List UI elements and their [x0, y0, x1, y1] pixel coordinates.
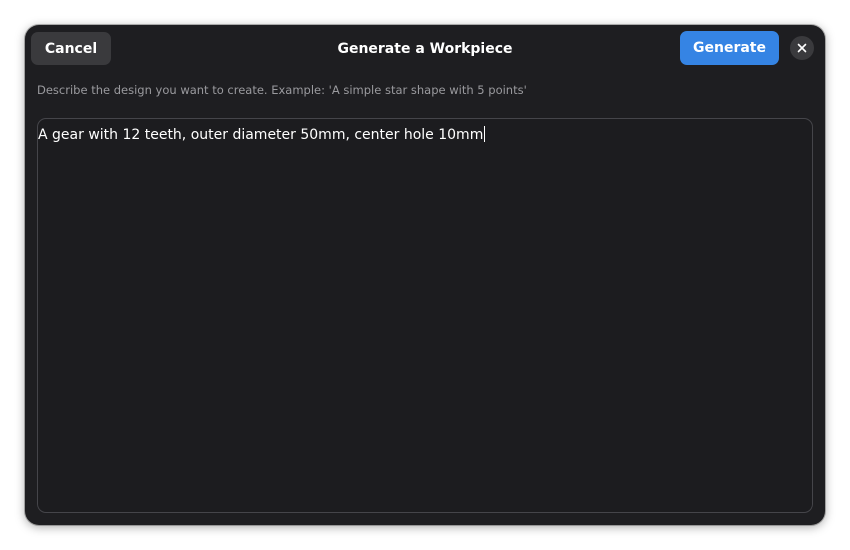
prompt-text: A gear with 12 teeth, outer diameter 50m…	[38, 126, 486, 143]
description-hint: Describe the design you want to create. …	[37, 83, 527, 97]
text-cursor	[484, 126, 486, 142]
prompt-text-area[interactable]: A gear with 12 teeth, outer diameter 50m…	[37, 118, 813, 513]
close-button[interactable]	[790, 36, 814, 60]
dialog-title: Generate a Workpiece	[337, 40, 513, 57]
prompt-text-value: A gear with 12 teeth, outer diameter 50m…	[38, 127, 484, 143]
dialog-header: Cancel Generate a Workpiece Generate	[25, 25, 825, 71]
generate-button[interactable]: Generate	[680, 31, 779, 65]
close-icon	[797, 43, 807, 53]
generate-workpiece-dialog: Cancel Generate a Workpiece Generate Des…	[25, 25, 825, 525]
cancel-button[interactable]: Cancel	[31, 32, 111, 65]
